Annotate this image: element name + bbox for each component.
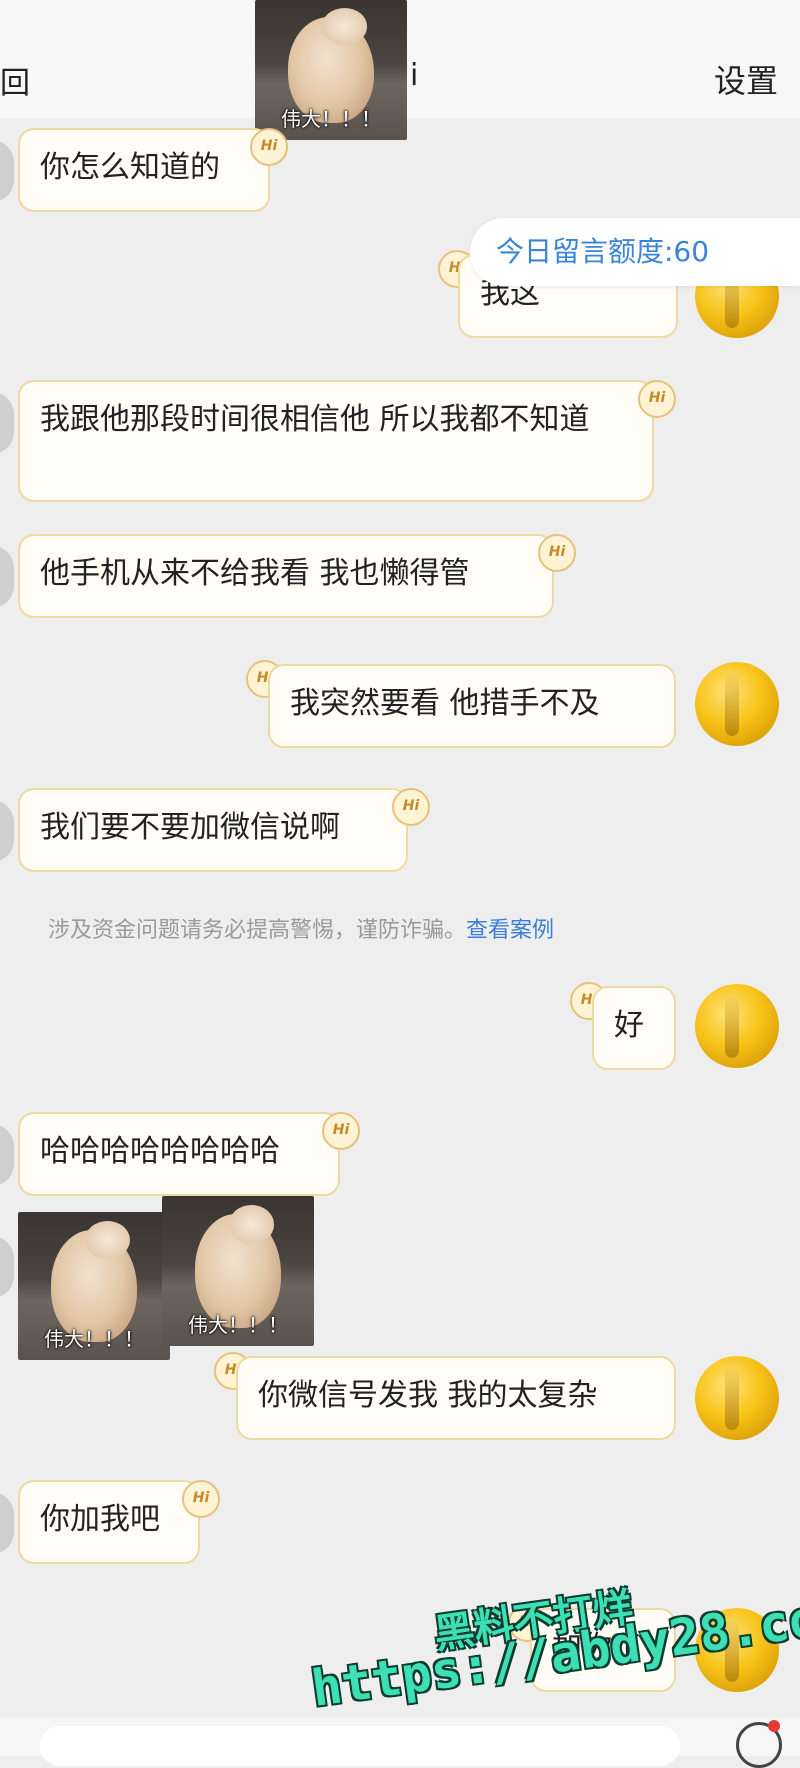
message-bubble-right[interactable]: 我突然要看 他措手不及: [268, 664, 676, 748]
avatar-left[interactable]: [0, 1124, 14, 1186]
sticker-caption: 伟大！！！: [188, 1313, 288, 1337]
avatar-left[interactable]: [0, 1236, 14, 1298]
avatar-right[interactable]: [695, 984, 779, 1068]
hamster-sticker[interactable]: 伟大！！！: [18, 1212, 170, 1360]
message-text: 你微信号发我 我的太复杂: [258, 1378, 598, 1413]
settings-button[interactable]: 设置: [714, 56, 778, 102]
message-text: 好: [614, 1008, 644, 1043]
message-bubble-left[interactable]: 我们要不要加微信说啊: [18, 788, 408, 872]
sticker-caption: 伟大！！！: [44, 1327, 144, 1351]
avatar-left[interactable]: [0, 800, 14, 862]
avatar-right[interactable]: [695, 1356, 779, 1440]
quota-badge: 今日留言额度:60: [470, 218, 800, 286]
message-text: 我突然要看 他措手不及: [290, 686, 600, 721]
notification-dot: [768, 1720, 780, 1732]
message-input[interactable]: [40, 1726, 680, 1766]
message-bubble-left[interactable]: 我跟他那段时间很相信他 所以我都不知道: [18, 380, 654, 502]
avatar-left[interactable]: [0, 1492, 14, 1554]
message-text: 他手机从来不给我看 我也懒得管: [40, 556, 470, 591]
avatar-left[interactable]: [0, 140, 14, 202]
hamster-sticker[interactable]: 伟大！！！: [162, 1196, 314, 1346]
back-button[interactable]: 回: [0, 58, 30, 102]
message-bubble-right[interactable]: 好: [592, 986, 676, 1070]
message-bubble-left[interactable]: 他手机从来不给我看 我也懒得管: [18, 534, 554, 618]
hamster-sticker[interactable]: 伟大！！！: [255, 0, 407, 140]
avatar-right[interactable]: [695, 662, 779, 746]
sticker-caption: 伟大！！！: [281, 107, 381, 131]
view-cases-link[interactable]: 查看案例: [466, 918, 554, 943]
hi-badge-icon: Hi: [392, 788, 430, 826]
message-text: 我们要不要加微信说啊: [40, 810, 340, 845]
message-text: 我跟他那段时间很相信他 所以我都不知道: [40, 402, 590, 437]
hi-badge-icon: Hi: [322, 1112, 360, 1150]
message-bubble-left[interactable]: 你加我吧: [18, 1480, 200, 1564]
input-bar: [0, 1718, 800, 1768]
message-text: 你怎么知道的: [40, 150, 220, 185]
hi-badge-icon: Hi: [638, 380, 676, 418]
message-bubble-right[interactable]: 你微信号发我 我的太复杂: [236, 1356, 676, 1440]
hi-badge-icon: Hi: [182, 1480, 220, 1518]
avatar-left[interactable]: [0, 392, 14, 454]
hi-badge-icon: Hi: [250, 128, 288, 166]
message-text: 哈哈哈哈哈哈哈哈: [40, 1134, 280, 1169]
fraud-warning: 涉及资金问题请务必提高警惕，谨防诈骗。查看案例: [48, 912, 554, 944]
avatar-left[interactable]: [0, 546, 14, 608]
chat-title: i: [410, 58, 419, 93]
message-bubble-left[interactable]: 你怎么知道的: [18, 128, 270, 212]
message-text: 你加我吧: [40, 1502, 160, 1537]
message-bubble-left[interactable]: 哈哈哈哈哈哈哈哈: [18, 1112, 340, 1196]
warning-text: 涉及资金问题请务必提高警惕，谨防诈骗。: [48, 918, 467, 943]
hi-badge-icon: Hi: [538, 534, 576, 572]
